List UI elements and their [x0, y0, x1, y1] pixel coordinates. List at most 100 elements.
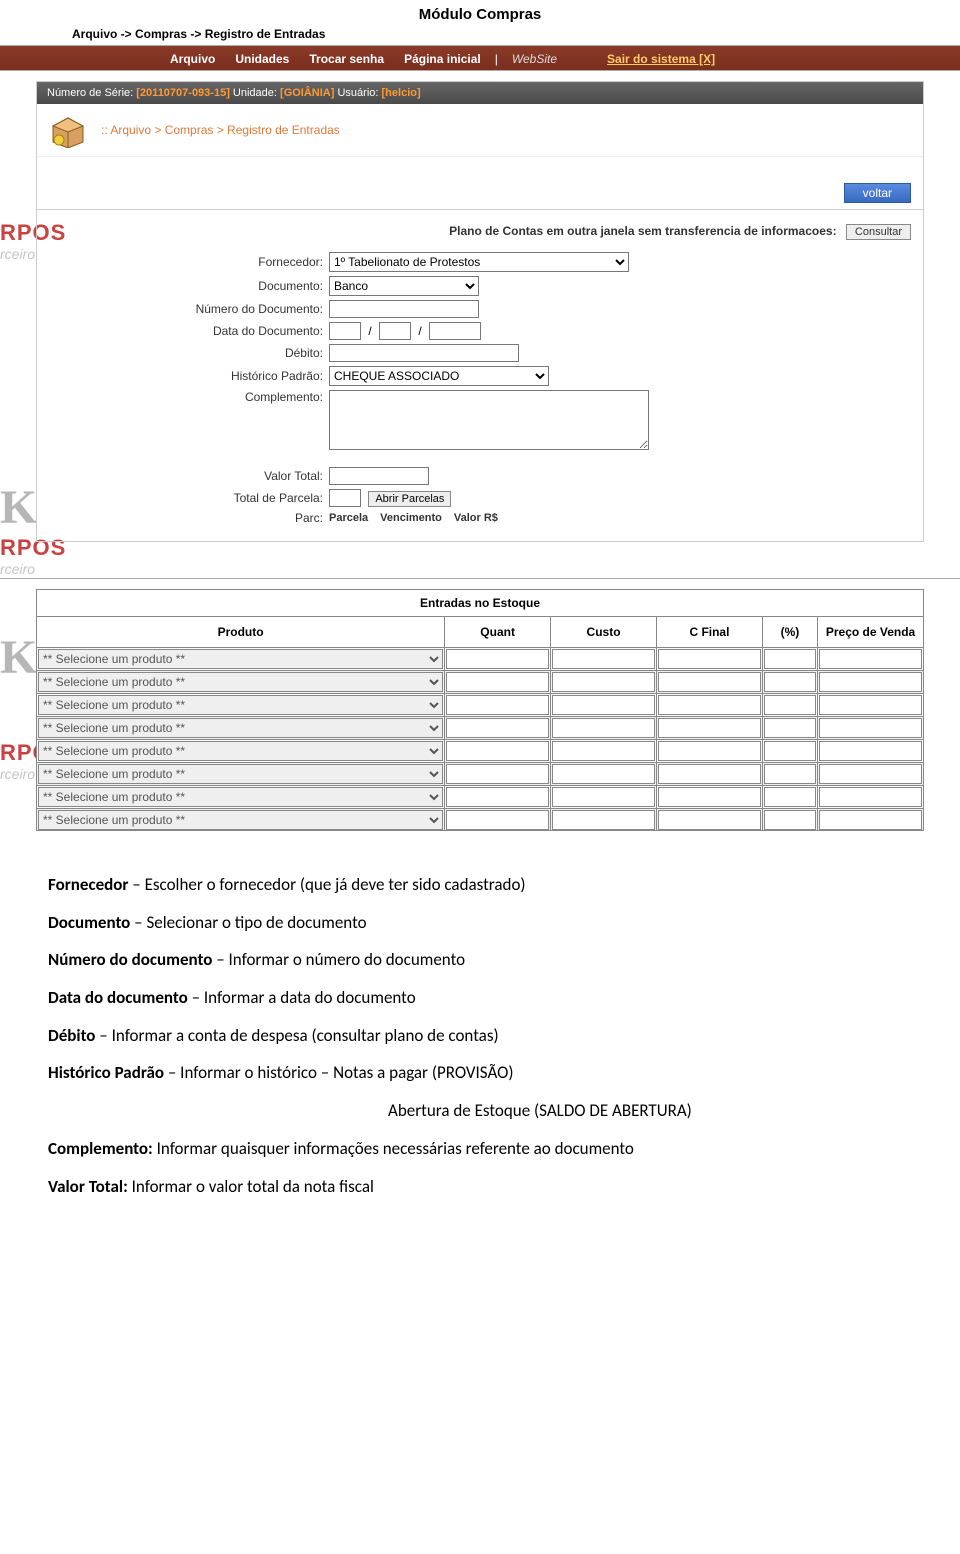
data-day-input[interactable] [329, 322, 361, 340]
stock-table: Entradas no Estoque Produto Quant Custo … [36, 589, 924, 831]
info-bar: Número de Série: [20110707-093-15] Unida… [37, 82, 923, 104]
main-panel: Número de Série: [20110707-093-15] Unida… [36, 81, 924, 542]
pct-input[interactable] [764, 672, 816, 692]
produto-select[interactable]: ** Selecione um produto ** [38, 810, 443, 830]
numero-doc-input[interactable] [329, 300, 479, 318]
pct-input[interactable] [764, 741, 816, 761]
parc-label: Parc: [49, 511, 329, 525]
section-divider [0, 578, 960, 579]
debito-input[interactable] [329, 344, 519, 362]
quant-input[interactable] [446, 810, 549, 830]
fornecedor-select[interactable]: 1º Tabelionato de Protestos [329, 252, 629, 272]
table-row: ** Selecione um produto ** [37, 717, 924, 740]
documento-select[interactable]: Banco [329, 276, 479, 296]
custo-input[interactable] [552, 672, 655, 692]
nav-trocar-senha[interactable]: Trocar senha [299, 46, 394, 72]
custo-input[interactable] [552, 764, 655, 784]
inner-breadcrumb-text: :: Arquivo > Compras > Registro de Entra… [101, 123, 340, 137]
preco-input[interactable] [819, 810, 922, 830]
abrir-parcelas-button[interactable]: Abrir Parcelas [368, 491, 451, 507]
numero-doc-label: Número do Documento: [49, 302, 329, 316]
produto-select[interactable]: ** Selecione um produto ** [38, 741, 443, 761]
custo-input[interactable] [552, 810, 655, 830]
quant-input[interactable] [446, 649, 549, 669]
custo-input[interactable] [552, 649, 655, 669]
complemento-label: Complemento: [49, 390, 329, 404]
quant-input[interactable] [446, 672, 549, 692]
quant-input[interactable] [446, 787, 549, 807]
pct-input[interactable] [764, 764, 816, 784]
data-doc-label: Data do Documento: [49, 324, 329, 338]
historico-select[interactable]: CHEQUE ASSOCIADO [329, 366, 549, 386]
preco-input[interactable] [819, 695, 922, 715]
cfinal-input[interactable] [658, 649, 761, 669]
custo-input[interactable] [552, 741, 655, 761]
quant-input[interactable] [446, 764, 549, 784]
custo-input[interactable] [552, 787, 655, 807]
table-row: ** Selecione um produto ** [37, 809, 924, 831]
table-row: ** Selecione um produto ** [37, 648, 924, 671]
data-month-input[interactable] [379, 322, 411, 340]
inner-breadcrumb-row: :: Arquivo > Compras > Registro de Entra… [37, 104, 923, 157]
produto-select[interactable]: ** Selecione um produto ** [38, 649, 443, 669]
cfinal-input[interactable] [658, 695, 761, 715]
valor-total-label: Valor Total: [49, 469, 329, 483]
custo-input[interactable] [552, 695, 655, 715]
pct-input[interactable] [764, 810, 816, 830]
cfinal-input[interactable] [658, 718, 761, 738]
produto-select[interactable]: ** Selecione um produto ** [38, 695, 443, 715]
pct-input[interactable] [764, 718, 816, 738]
pct-input[interactable] [764, 695, 816, 715]
produto-select[interactable]: ** Selecione um produto ** [38, 764, 443, 784]
pct-input[interactable] [764, 649, 816, 669]
documentation-text: Fornecedor – Escolher o fornecedor (que … [0, 831, 960, 1230]
nav-logout[interactable]: Sair do sistema [X] [597, 46, 725, 72]
preco-input[interactable] [819, 741, 922, 761]
parc-col-parcela: Parcela [329, 512, 368, 524]
historico-label: Histórico Padrão: [49, 369, 329, 383]
table-row: ** Selecione um produto ** [37, 786, 924, 809]
produto-select[interactable]: ** Selecione um produto ** [38, 718, 443, 738]
preco-input[interactable] [819, 649, 922, 669]
cfinal-input[interactable] [658, 672, 761, 692]
nav-unidades[interactable]: Unidades [225, 46, 299, 72]
quant-input[interactable] [446, 695, 549, 715]
usuario-value: [helcio] [382, 87, 421, 99]
col-quant: Quant [445, 617, 551, 648]
quant-input[interactable] [446, 741, 549, 761]
total-parcela-label: Total de Parcela: [49, 491, 329, 505]
cfinal-input[interactable] [658, 787, 761, 807]
col-custo: Custo [551, 617, 657, 648]
complemento-textarea[interactable] [329, 390, 649, 450]
table-row: ** Selecione um produto ** [37, 671, 924, 694]
data-year-input[interactable] [429, 322, 481, 340]
nav-divider: | [491, 46, 502, 72]
preco-input[interactable] [819, 764, 922, 784]
preco-input[interactable] [819, 672, 922, 692]
pct-input[interactable] [764, 787, 816, 807]
preco-input[interactable] [819, 787, 922, 807]
preco-input[interactable] [819, 718, 922, 738]
plano-contas-row: Plano de Contas em outra janela sem tran… [37, 210, 923, 250]
voltar-button[interactable]: voltar [844, 183, 911, 203]
nav-website[interactable]: WebSite [502, 46, 567, 72]
top-navbar: Arquivo Unidades Trocar senha Página ini… [0, 45, 960, 71]
col-pct: (%) [762, 617, 817, 648]
breadcrumb-top: Arquivo -> Compras -> Registro de Entrad… [0, 25, 960, 45]
serial-value: [20110707-093-15] [136, 87, 230, 99]
nav-arquivo[interactable]: Arquivo [160, 46, 225, 72]
consultar-button[interactable]: Consultar [846, 224, 911, 240]
parc-col-valor: Valor R$ [454, 512, 498, 524]
total-parcela-input[interactable] [329, 489, 361, 507]
table-row: ** Selecione um produto ** [37, 740, 924, 763]
cfinal-input[interactable] [658, 810, 761, 830]
produto-select[interactable]: ** Selecione um produto ** [38, 787, 443, 807]
cfinal-input[interactable] [658, 741, 761, 761]
quant-input[interactable] [446, 718, 549, 738]
form-area: Fornecedor: 1º Tabelionato de Protestos … [37, 250, 923, 541]
nav-pagina-inicial[interactable]: Página inicial [394, 46, 491, 72]
produto-select[interactable]: ** Selecione um produto ** [38, 672, 443, 692]
valor-total-input[interactable] [329, 467, 429, 485]
cfinal-input[interactable] [658, 764, 761, 784]
custo-input[interactable] [552, 718, 655, 738]
